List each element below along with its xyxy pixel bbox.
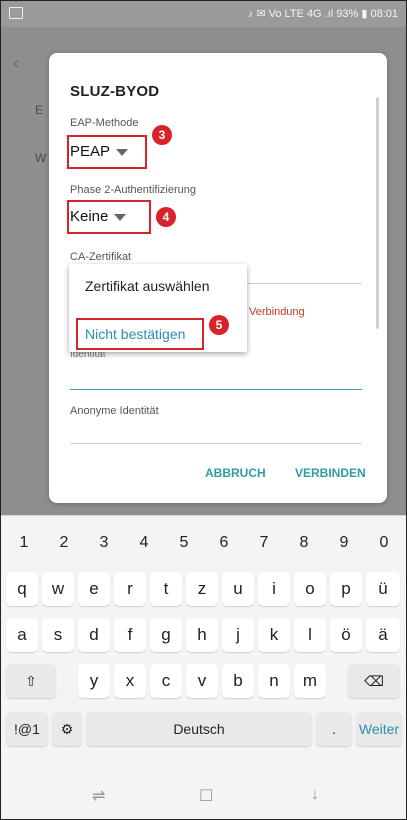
key-oe[interactable]: ö [330,618,362,652]
shift-icon: ⇧ [25,673,37,689]
key-v[interactable]: v [186,664,218,698]
key-t[interactable]: t [150,572,182,606]
settings-key[interactable]: ⚙ [52,712,82,746]
highlight-box-do-not-validate [76,318,204,350]
keyboard-row-1: q w e r t z u i o p ü [6,572,402,606]
key-h[interactable]: h [186,618,218,652]
key-j[interactable]: j [222,618,254,652]
cancel-button[interactable]: ABBRUCH [205,466,266,480]
eap-method-label: EAP-Methode [70,117,139,129]
key-6[interactable]: 6 [206,526,242,560]
home-icon[interactable]: ☐ [199,786,213,806]
anonymous-identity-field[interactable] [70,443,362,444]
space-key[interactable]: Deutsch [86,712,312,746]
anonymous-identity-label: Anonyme Identität [70,405,159,417]
navigation-bar: ⇌ ☐ ↓ [1,773,406,819]
status-bar: ♪ ✉ Vo LTE 4G .ıl 93% ▮ 08:01 [1,1,406,27]
keyboard-row-3: ⇧ y x c v b n m ⌫ [6,664,402,698]
dialog-scrollbar[interactable] [376,97,379,329]
go-key[interactable]: Weiter [356,712,402,746]
back-arrow-icon: ‹ [13,53,19,73]
connect-button[interactable]: VERBINDEN [295,466,366,480]
key-1[interactable]: 1 [6,526,42,560]
keyboard-row-numbers: 1 2 3 4 5 6 7 8 9 0 [6,526,402,560]
menu-item-select-certificate[interactable]: Zertifikat auswählen [85,278,210,294]
symbols-key[interactable]: !@1 [6,712,48,746]
highlight-box-eap [67,135,147,169]
key-e[interactable]: e [78,572,110,606]
key-9[interactable]: 9 [326,526,362,560]
key-ae[interactable]: ä [366,618,400,652]
key-3[interactable]: 3 [86,526,122,560]
key-f[interactable]: f [114,618,146,652]
back-icon[interactable]: ↓ [311,786,319,804]
step-marker-4: 4 [156,207,176,227]
key-x[interactable]: x [114,664,146,698]
key-l[interactable]: l [294,618,326,652]
key-a[interactable]: a [6,618,38,652]
key-2[interactable]: 2 [46,526,82,560]
key-5[interactable]: 5 [166,526,202,560]
keyboard-row-2: a s d f g h j k l ö ä [6,618,402,652]
background-letter: E [35,103,44,117]
step-marker-3: 3 [152,125,172,145]
key-0[interactable]: 0 [366,526,402,560]
key-u[interactable]: u [222,572,254,606]
key-k[interactable]: k [258,618,290,652]
key-o[interactable]: o [294,572,326,606]
key-7[interactable]: 7 [246,526,282,560]
key-y[interactable]: y [78,664,110,698]
gear-icon: ⚙ [60,721,74,737]
key-m[interactable]: m [294,664,326,698]
key-4[interactable]: 4 [126,526,162,560]
key-c[interactable]: c [150,664,182,698]
highlight-box-phase2 [67,200,151,234]
on-screen-keyboard: 1 2 3 4 5 6 7 8 9 0 q w e r t z u i o p … [1,515,406,774]
backspace-key[interactable]: ⌫ [348,664,400,698]
phase2-label: Phase 2-Authentifizierung [70,184,196,196]
gallery-icon [9,7,23,19]
key-ue[interactable]: ü [366,572,400,606]
key-s[interactable]: s [42,618,74,652]
key-d[interactable]: d [78,618,110,652]
ca-certificate-label: CA-Zertifikat [70,251,132,263]
key-w[interactable]: w [42,572,74,606]
key-8[interactable]: 8 [286,526,322,560]
wifi-config-dialog: SLUZ-BYOD EAP-Methode PEAP 3 Phase 2-Aut… [49,53,387,503]
recent-apps-icon[interactable]: ⇌ [92,786,105,806]
status-indicators: ♪ ✉ Vo LTE 4G .ıl 93% ▮ 08:01 [247,8,398,20]
background-letter: W [35,151,47,165]
key-g[interactable]: g [150,618,182,652]
warning-text: Verbindung [249,306,305,318]
key-i[interactable]: i [258,572,290,606]
phone-screen: ♪ ✉ Vo LTE 4G .ıl 93% ▮ 08:01 ‹ E W SLUZ… [0,0,407,820]
key-r[interactable]: r [114,572,146,606]
key-n[interactable]: n [258,664,290,698]
backspace-icon: ⌫ [364,673,384,689]
key-q[interactable]: q [6,572,38,606]
period-key[interactable]: . [316,712,352,746]
key-b[interactable]: b [222,664,254,698]
keyboard-row-bottom: !@1 ⚙ Deutsch . Weiter [6,712,402,746]
step-marker-5: 5 [209,315,229,335]
key-p[interactable]: p [330,572,362,606]
shift-key[interactable]: ⇧ [6,664,56,698]
dialog-title: SLUZ-BYOD [70,83,160,100]
identity-field[interactable] [70,389,362,390]
key-z[interactable]: z [186,572,218,606]
